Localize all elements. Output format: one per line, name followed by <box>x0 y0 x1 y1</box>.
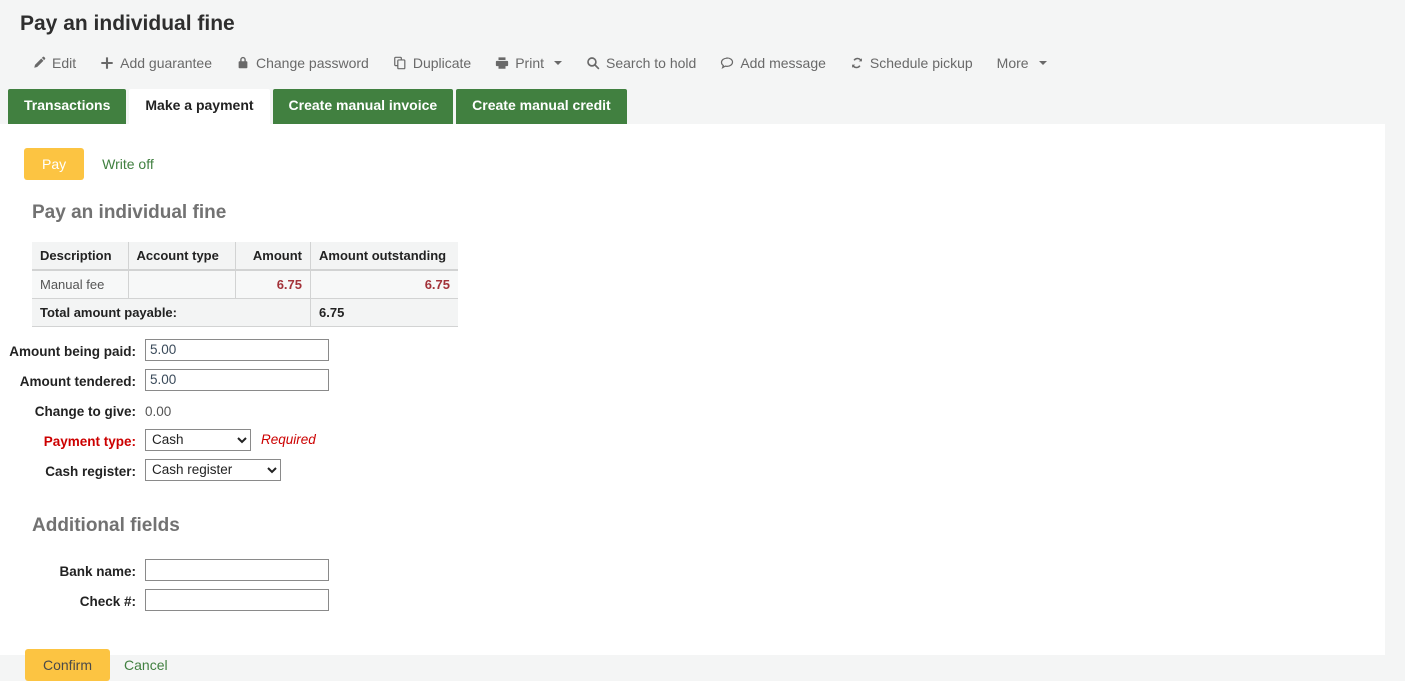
section-heading: Pay an individual fine <box>32 202 1385 224</box>
payment-type-select[interactable]: Cash <box>145 429 251 451</box>
copy-icon <box>393 56 407 70</box>
label-amount-being-paid: Amount being paid: <box>0 339 145 361</box>
form-row-change-to-give: Change to give: 0.00 <box>0 399 1385 421</box>
printer-icon <box>495 56 509 70</box>
tab-bar: Transactions Make a payment Create manua… <box>0 75 1405 123</box>
confirm-button[interactable]: Confirm <box>25 649 110 681</box>
pay-button[interactable]: Pay <box>24 148 84 180</box>
additional-fields-heading: Additional fields <box>32 515 1385 537</box>
cell-amount: 6.75 <box>235 270 310 299</box>
payment-form: Amount being paid: Amount tendered: Chan… <box>0 339 1385 481</box>
content-panel: Pay Write off Pay an individual fine Des… <box>0 124 1385 655</box>
tab-transactions[interactable]: Transactions <box>8 89 126 123</box>
form-row-payment-type: Payment type: Cash Required <box>0 429 1385 451</box>
label-change-to-give: Change to give: <box>0 399 145 421</box>
comment-icon <box>720 56 734 70</box>
toolbar-label: Change password <box>256 55 369 71</box>
toolbar-label: Search to hold <box>606 55 696 71</box>
label-bank-name: Bank name: <box>0 559 145 581</box>
toolbar-button-print[interactable]: Print <box>483 51 574 75</box>
refresh-icon <box>850 56 864 70</box>
toolbar-button-add-guarantee[interactable]: Add guarantee <box>88 51 224 75</box>
column-header-amount: Amount <box>235 242 310 270</box>
cell-account-type <box>128 270 235 299</box>
toolbar-label: Add message <box>740 55 826 71</box>
toolbar-button-duplicate[interactable]: Duplicate <box>381 51 483 75</box>
bank-name-input[interactable] <box>145 559 329 581</box>
fines-table: Description Account type Amount Amount o… <box>32 242 458 327</box>
table-total-row: Total amount payable: 6.75 <box>32 298 458 326</box>
payment-mode-switch: Pay Write off <box>0 140 1385 180</box>
amount-being-paid-input[interactable] <box>145 339 329 361</box>
toolbar-button-change-password[interactable]: Change password <box>224 51 381 75</box>
table-row: Manual fee 6.75 6.75 <box>32 270 458 299</box>
chevron-down-icon <box>1039 61 1047 65</box>
toolbar-label: More <box>997 55 1029 71</box>
check-number-input[interactable] <box>145 589 329 611</box>
page-header: Pay an individual fine <box>0 0 1405 37</box>
tab-create-manual-credit[interactable]: Create manual credit <box>456 89 627 123</box>
change-to-give-value: 0.00 <box>145 399 171 419</box>
column-header-account-type: Account type <box>128 242 235 270</box>
label-payment-type: Payment type: <box>0 429 145 451</box>
cell-amount-outstanding: 6.75 <box>311 270 459 299</box>
form-row-cash-register: Cash register: Cash register <box>0 459 1385 481</box>
pencil-icon <box>32 56 46 70</box>
form-row-check-number: Check #: <box>0 589 1385 611</box>
column-header-amount-outstanding: Amount outstanding <box>311 242 459 270</box>
write-off-link[interactable]: Write off <box>84 148 172 180</box>
amount-tendered-input[interactable] <box>145 369 329 391</box>
form-actions: Confirm Cancel <box>25 649 1385 681</box>
toolbar-label: Schedule pickup <box>870 55 973 71</box>
payment-type-required-note: Required <box>261 432 316 447</box>
toolbar-button-edit[interactable]: Edit <box>20 51 88 75</box>
search-icon <box>586 56 600 70</box>
label-amount-tendered: Amount tendered: <box>0 369 145 391</box>
toolbar-button-schedule-pickup[interactable]: Schedule pickup <box>838 51 985 75</box>
form-row-amount-being-paid: Amount being paid: <box>0 339 1385 361</box>
total-amount-payable-label: Total amount payable: <box>32 298 311 326</box>
chevron-down-icon <box>554 61 562 65</box>
toolbar-label: Print <box>515 55 544 71</box>
tab-make-a-payment[interactable]: Make a payment <box>129 89 269 123</box>
toolbar-label: Edit <box>52 55 76 71</box>
label-cash-register: Cash register: <box>0 459 145 481</box>
plus-icon <box>100 56 114 70</box>
label-check-number: Check #: <box>0 589 145 611</box>
lock-icon <box>236 56 250 70</box>
column-header-description: Description <box>32 242 128 270</box>
cancel-link[interactable]: Cancel <box>110 649 182 681</box>
additional-fields-form: Bank name: Check #: <box>0 559 1385 611</box>
cash-register-select[interactable]: Cash register <box>145 459 281 481</box>
toolbar-button-add-message[interactable]: Add message <box>708 51 838 75</box>
cell-description: Manual fee <box>32 270 128 299</box>
total-amount-payable-value: 6.75 <box>311 298 459 326</box>
toolbar-label: Add guarantee <box>120 55 212 71</box>
toolbar: Edit Add guarantee Change password Dupli… <box>0 37 1405 75</box>
form-row-bank-name: Bank name: <box>0 559 1385 581</box>
toolbar-button-more[interactable]: More <box>985 51 1059 75</box>
toolbar-button-search-to-hold[interactable]: Search to hold <box>574 51 708 75</box>
tab-create-manual-invoice[interactable]: Create manual invoice <box>273 89 454 123</box>
form-row-amount-tendered: Amount tendered: <box>0 369 1385 391</box>
page-title: Pay an individual fine <box>20 10 1385 37</box>
toolbar-label: Duplicate <box>413 55 471 71</box>
table-header-row: Description Account type Amount Amount o… <box>32 242 458 270</box>
